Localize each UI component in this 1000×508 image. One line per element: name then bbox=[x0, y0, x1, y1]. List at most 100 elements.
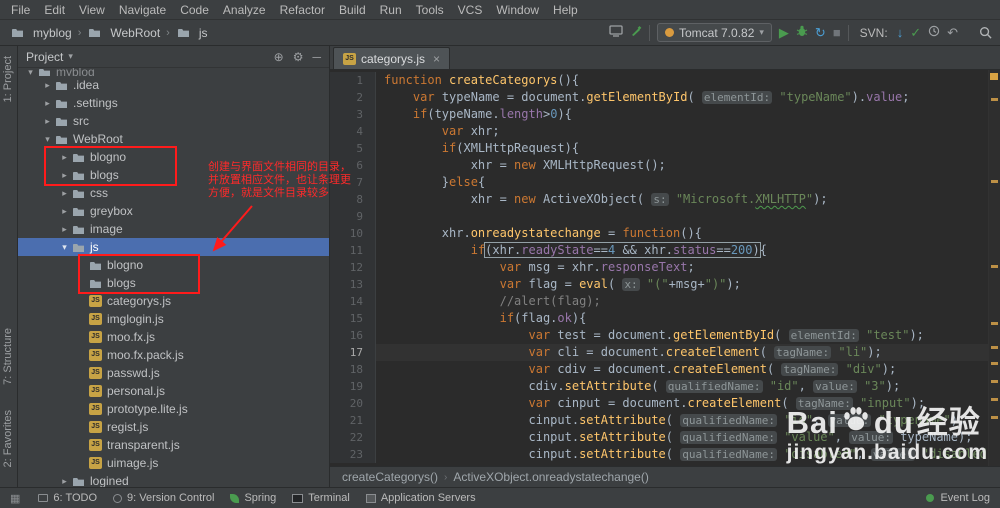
debug-button[interactable] bbox=[796, 25, 808, 40]
code-line-15[interactable]: 15 if(flag.ok){ bbox=[330, 310, 1000, 327]
menu-refactor[interactable]: Refactor bbox=[273, 2, 332, 18]
menu-code[interactable]: Code bbox=[173, 2, 216, 18]
statusbar-item-spring[interactable]: Spring bbox=[230, 492, 276, 504]
toolwindow-button-project[interactable]: 1: Project bbox=[2, 56, 14, 102]
chevron-right-icon[interactable]: ▸ bbox=[58, 188, 71, 199]
code-line-23[interactable]: 23 cinput.setAttribute( qualifiedName: "… bbox=[330, 446, 1000, 463]
code-line-8[interactable]: 8 xhr = new ActiveXObject( s: "Microsoft… bbox=[330, 191, 1000, 208]
tree-item-blogno[interactable]: blogno bbox=[18, 256, 329, 274]
run-button[interactable]: ▶ bbox=[779, 25, 789, 40]
edit-config-icon[interactable] bbox=[630, 25, 642, 40]
line-number[interactable]: 7 bbox=[330, 174, 376, 191]
tree-item-imglogin.js[interactable]: JS imglogin.js bbox=[18, 310, 329, 328]
code-line-10[interactable]: 10 xhr.onreadystatechange = function(){ bbox=[330, 225, 1000, 242]
line-number[interactable]: 10 bbox=[330, 225, 376, 242]
chevron-right-icon[interactable]: ▸ bbox=[58, 206, 71, 217]
tree-item-src[interactable]: ▸ src bbox=[18, 112, 329, 130]
statusbar-item-vcs[interactable]: 9: Version Control bbox=[113, 492, 214, 504]
hide-panel-icon[interactable]: ─ bbox=[312, 50, 321, 64]
tree-item-css[interactable]: ▸ css bbox=[18, 184, 329, 202]
code-line-12[interactable]: 12 var msg = xhr.responseText; bbox=[330, 259, 1000, 276]
code-line-7[interactable]: 7 }else{ bbox=[330, 174, 1000, 191]
menu-run[interactable]: Run bbox=[373, 2, 409, 18]
rerun-button[interactable]: ↻ bbox=[815, 25, 826, 40]
line-number[interactable]: 13 bbox=[330, 276, 376, 293]
menu-tools[interactable]: Tools bbox=[409, 2, 451, 18]
search-everywhere-button[interactable] bbox=[979, 26, 992, 39]
tree-item-prototype.lite.js[interactable]: JS prototype.lite.js bbox=[18, 400, 329, 418]
menu-edit[interactable]: Edit bbox=[37, 2, 72, 18]
tab-categorys-js[interactable]: JS categorys.js × bbox=[333, 47, 451, 69]
tree-item-greybox[interactable]: ▸ greybox bbox=[18, 202, 329, 220]
breadcrumb-item-WebRoot[interactable]: WebRoot bbox=[85, 25, 162, 41]
breadcrumb-function[interactable]: createCategorys() bbox=[342, 470, 438, 484]
toolwindow-button-structure[interactable]: 7: Structure bbox=[2, 328, 14, 385]
chevron-right-icon[interactable]: ▸ bbox=[58, 152, 71, 163]
line-number[interactable]: 12 bbox=[330, 259, 376, 276]
tree-item-image[interactable]: ▸ image bbox=[18, 220, 329, 238]
tree-item-logined[interactable]: ▸ logined bbox=[18, 472, 329, 487]
code-line-16[interactable]: 16 var test = document.getElementById( e… bbox=[330, 327, 1000, 344]
editor-scrollbar[interactable] bbox=[988, 70, 1000, 466]
line-number[interactable]: 22 bbox=[330, 429, 376, 446]
line-number[interactable]: 4 bbox=[330, 123, 376, 140]
tree-item-blogs[interactable]: ▸ blogs bbox=[18, 166, 329, 184]
menu-navigate[interactable]: Navigate bbox=[112, 2, 173, 18]
tree-item-passwd.js[interactable]: JS passwd.js bbox=[18, 364, 329, 382]
tree-item-categorys.js[interactable]: JS categorys.js bbox=[18, 292, 329, 310]
code-line-13[interactable]: 13 var flag = eval( x: "("+msg+")"); bbox=[330, 276, 1000, 293]
menu-vcs[interactable]: VCS bbox=[451, 2, 490, 18]
line-number[interactable]: 1 bbox=[330, 72, 376, 89]
locate-file-icon[interactable]: ⊕ bbox=[274, 50, 284, 64]
vcs-update-button[interactable]: ↓ bbox=[897, 25, 904, 40]
close-icon[interactable]: × bbox=[433, 52, 440, 66]
line-number[interactable]: 23 bbox=[330, 446, 376, 463]
line-number[interactable]: 21 bbox=[330, 412, 376, 429]
line-number[interactable]: 3 bbox=[330, 106, 376, 123]
statusbar-item-terminal[interactable]: Terminal bbox=[292, 492, 350, 504]
menu-window[interactable]: Window bbox=[489, 2, 546, 18]
history-icon[interactable] bbox=[928, 25, 940, 40]
chevron-down-icon[interactable]: ▾ bbox=[24, 68, 37, 76]
code-line-3[interactable]: 3 if(typeName.length>0){ bbox=[330, 106, 1000, 123]
chevron-right-icon[interactable]: ▸ bbox=[58, 476, 71, 487]
line-number[interactable]: 18 bbox=[330, 361, 376, 378]
stop-button[interactable]: ■ bbox=[833, 25, 841, 40]
menu-build[interactable]: Build bbox=[332, 2, 373, 18]
line-number[interactable]: 17 bbox=[330, 344, 376, 361]
chevron-down-icon[interactable]: ▾ bbox=[58, 242, 71, 253]
code-line-6[interactable]: 6 xhr = new XMLHttpRequest(); bbox=[330, 157, 1000, 174]
project-panel-title[interactable]: Project bbox=[26, 50, 63, 64]
menu-help[interactable]: Help bbox=[546, 2, 585, 18]
code-line-9[interactable]: 9 bbox=[330, 208, 1000, 225]
gear-icon[interactable]: ⚙ bbox=[293, 50, 304, 64]
code-line-20[interactable]: 20 var cinput = document.createElement( … bbox=[330, 395, 1000, 412]
menu-analyze[interactable]: Analyze bbox=[216, 2, 273, 18]
breadcrumb-item-myblog[interactable]: myblog bbox=[8, 25, 74, 41]
tree-item-personal.js[interactable]: JS personal.js bbox=[18, 382, 329, 400]
tree-item-js[interactable]: ▾ js bbox=[18, 238, 329, 256]
inspection-status-badge[interactable] bbox=[990, 73, 998, 80]
code-line-11[interactable]: 11 if(xhr.readyState==4 && xhr.status==2… bbox=[330, 242, 1000, 259]
code-area[interactable]: 1 function createCategorys(){2 var typeNa… bbox=[330, 70, 1000, 466]
tree-item-moo.fx.pack.js[interactable]: JS moo.fx.pack.js bbox=[18, 346, 329, 364]
line-number[interactable]: 9 bbox=[330, 208, 376, 225]
chevron-right-icon[interactable]: ▸ bbox=[58, 224, 71, 235]
chevron-right-icon[interactable]: ▸ bbox=[58, 170, 71, 181]
toolwindow-button-favorites[interactable]: 2: Favorites bbox=[2, 410, 14, 467]
code-line-18[interactable]: 18 var cdiv = document.createElement( ta… bbox=[330, 361, 1000, 378]
chevron-down-icon[interactable]: ▾ bbox=[68, 51, 73, 62]
line-number[interactable]: 15 bbox=[330, 310, 376, 327]
code-line-1[interactable]: 1 function createCategorys(){ bbox=[330, 72, 1000, 89]
code-line-17[interactable]: 17 var cli = document.createElement( tag… bbox=[330, 344, 1000, 361]
run-config-select[interactable]: Tomcat 7.0.82 ▾ bbox=[657, 23, 772, 42]
tree-item-blogs[interactable]: blogs bbox=[18, 274, 329, 292]
code-line-5[interactable]: 5 if(XMLHttpRequest){ bbox=[330, 140, 1000, 157]
chevron-down-icon[interactable]: ▾ bbox=[41, 134, 54, 145]
breadcrumb-member[interactable]: ActiveXObject.onreadystatechange() bbox=[453, 470, 648, 484]
statusbar-item-todo[interactable]: 6: TODO bbox=[38, 492, 97, 504]
tree-item-moo.fx.js[interactable]: JS moo.fx.js bbox=[18, 328, 329, 346]
line-number[interactable]: 5 bbox=[330, 140, 376, 157]
breadcrumb-item-js[interactable]: js bbox=[174, 25, 210, 41]
tree-item-myblog[interactable]: ▾ myblog bbox=[18, 68, 329, 76]
